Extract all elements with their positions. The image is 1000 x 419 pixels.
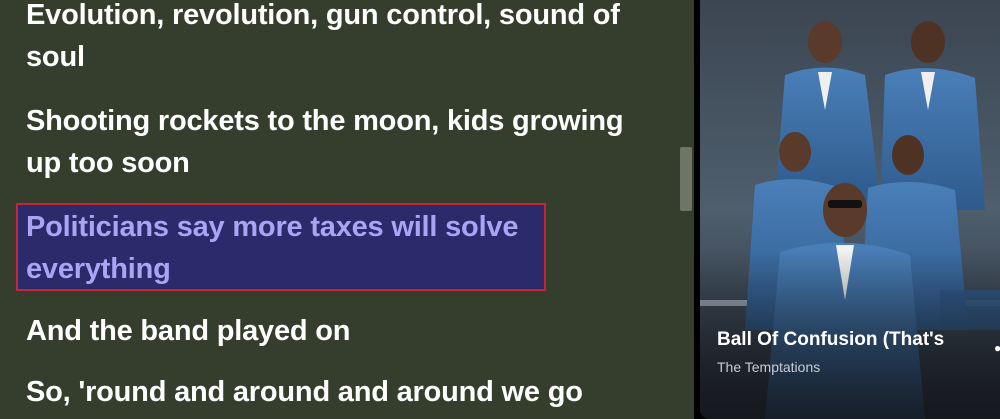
lyrics-pane[interactable]: Evolution, revolution, gun control, soun… xyxy=(0,0,694,419)
now-playing-card[interactable]: Ball Of Confusion (That's The Temptation… xyxy=(700,0,1000,419)
lyric-line[interactable]: So, 'round and around and around we go xyxy=(26,371,626,413)
track-artist[interactable]: The Temptations xyxy=(717,357,820,377)
lyric-line[interactable]: And the band played on xyxy=(26,310,626,352)
lyrics-scrollbar-thumb[interactable] xyxy=(680,147,692,211)
lyric-line[interactable]: Shooting rockets to the moon, kids growi… xyxy=(26,100,626,184)
lyric-line[interactable]: Evolution, revolution, gun control, soun… xyxy=(26,0,626,78)
app-root: Evolution, revolution, gun control, soun… xyxy=(0,0,1000,419)
more-icon[interactable]: ● xyxy=(994,344,1000,352)
lyric-line-active[interactable]: Politicians say more taxes will solve ev… xyxy=(26,206,626,290)
track-title[interactable]: Ball Of Confusion (That's xyxy=(717,327,944,353)
